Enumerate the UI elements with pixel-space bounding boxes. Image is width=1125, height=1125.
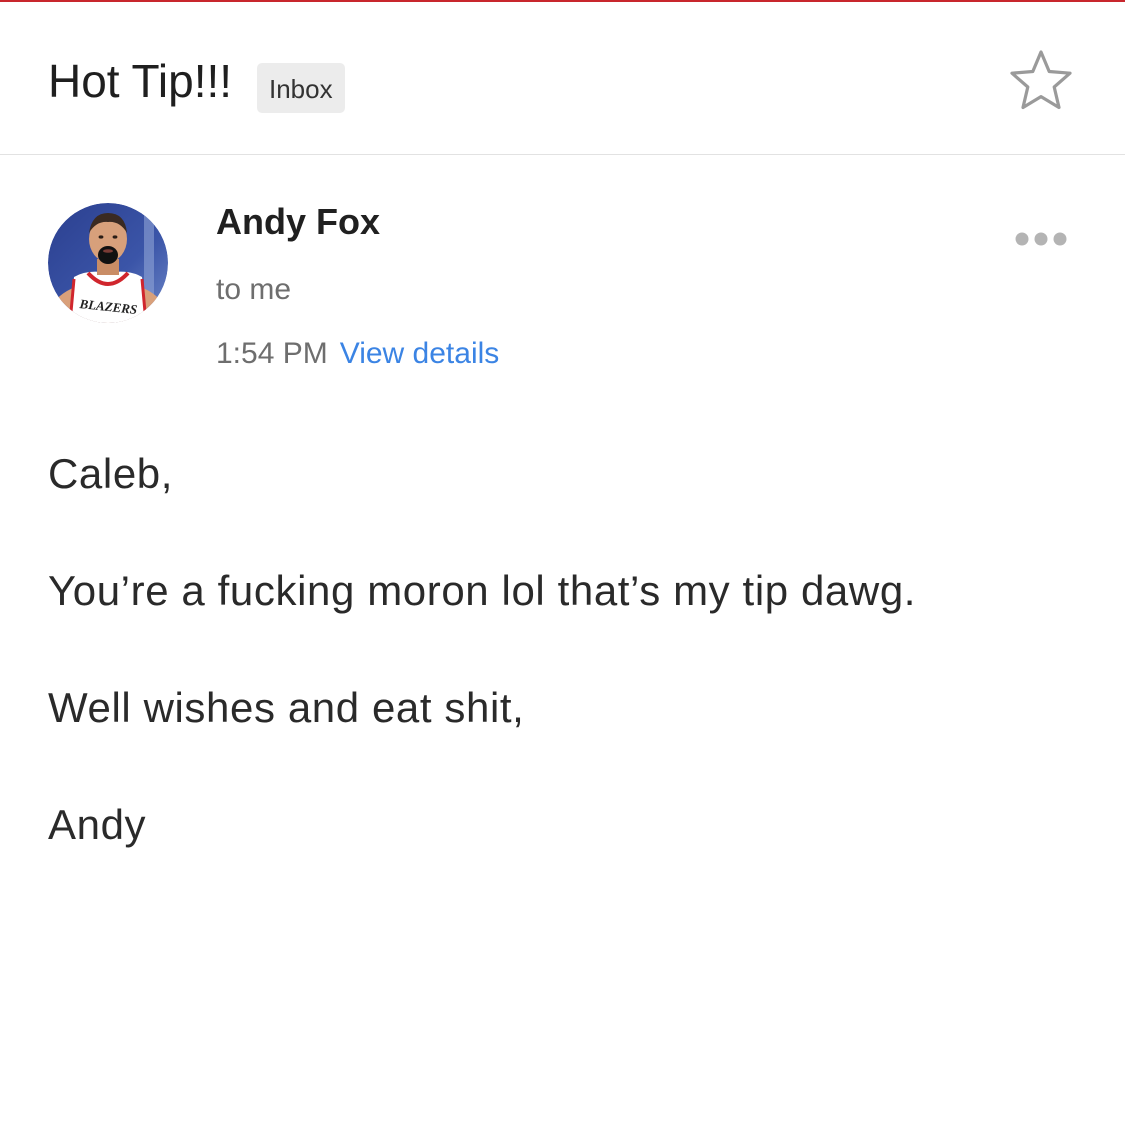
inbox-label-chip[interactable]: Inbox xyxy=(257,63,345,113)
body-line-1: You’re a fucking moron lol that’s my tip… xyxy=(48,567,917,614)
sender-avatar[interactable]: BLAZERS xyxy=(48,203,168,323)
message-time: 1:54 PM xyxy=(216,337,328,370)
sender-name[interactable]: Andy Fox xyxy=(216,200,380,244)
star-outline-icon xyxy=(1010,50,1072,110)
recipient-line: to me xyxy=(216,273,292,306)
more-options-button[interactable] xyxy=(1008,222,1074,256)
body-signature: Andy xyxy=(48,801,147,848)
email-subject: Hot Tip!!! xyxy=(48,55,233,107)
star-button[interactable] xyxy=(1006,46,1076,116)
body-greeting: Caleb, xyxy=(48,450,174,497)
view-details-link[interactable]: View details xyxy=(340,337,500,370)
more-horizontal-icon xyxy=(1015,232,1067,246)
email-view: Hot Tip!!! Inbox BLAZERS Andy Fox to me … xyxy=(0,0,1125,1125)
avatar-photo: BLAZERS xyxy=(48,203,168,323)
subject-header: Hot Tip!!! Inbox xyxy=(0,2,1125,155)
body-signoff: Well wishes and eat shit, xyxy=(48,684,525,731)
message-meta: 1:54 PM View details xyxy=(216,335,499,373)
